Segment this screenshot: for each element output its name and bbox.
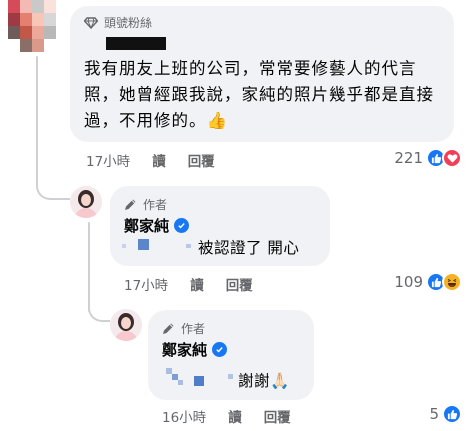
top-fan-badge: 頭號粉絲 xyxy=(84,14,152,31)
reply2-text: 謝謝🙏🏻 xyxy=(238,372,290,390)
commenter-avatar[interactable] xyxy=(8,0,56,52)
reply1-meta: 17小時 讀 回覆 xyxy=(124,274,275,294)
reply1-reaction-count: 109 xyxy=(394,273,423,291)
comment-reaction-count: 221 xyxy=(394,149,423,167)
comment-timestamp[interactable]: 17小時 xyxy=(86,150,130,170)
reply1-read-button[interactable]: 讀 xyxy=(190,274,204,294)
reply1-text: 被認證了 開心 xyxy=(198,239,300,257)
reply2-meta: 16小時 讀 回覆 xyxy=(162,406,313,426)
reply1-timestamp[interactable]: 17小時 xyxy=(124,274,168,294)
reply2-read-button[interactable]: 讀 xyxy=(228,406,242,426)
love-icon xyxy=(442,148,462,168)
reply1-reactions[interactable]: 109 xyxy=(394,272,462,292)
reply2-reaction-count: 5 xyxy=(429,405,439,423)
verified-icon xyxy=(174,218,190,233)
reply2-reply-button[interactable]: 回覆 xyxy=(264,406,291,426)
reply1-author-row[interactable]: 鄭家純 xyxy=(124,215,190,236)
reply2-timestamp[interactable]: 16小時 xyxy=(162,406,206,426)
verified-icon xyxy=(212,342,228,357)
tagged-user-mosaic-1[interactable] xyxy=(122,244,126,248)
reply2-author-name[interactable]: 鄭家純 xyxy=(162,339,207,360)
reply1-reply-button[interactable]: 回覆 xyxy=(226,274,253,294)
comment-read-button[interactable]: 讀 xyxy=(152,150,166,170)
top-fan-label: 頭號粉絲 xyxy=(104,16,153,30)
thread-connector-reply2 xyxy=(88,296,110,322)
comment-text: 我有朋友上班的公司，常常要修藝人的代言照，她曾經跟我說，家純的照片幾乎都是直接過… xyxy=(84,59,434,130)
thread-line-main xyxy=(36,56,38,188)
comment-meta: 17小時 讀 回覆 xyxy=(86,150,237,170)
author-avatar-reply2[interactable] xyxy=(110,309,142,341)
comment-bubble: 頭號粉絲 我有朋友上班的公司，常常要修藝人的代言照，她曾經跟我說，家純的照片幾乎… xyxy=(70,6,454,142)
reply1-author-badge: 作者 xyxy=(124,196,167,213)
author-avatar-reply1[interactable] xyxy=(70,186,102,218)
haha-icon xyxy=(442,272,462,292)
pencil-icon xyxy=(163,323,174,334)
thread-connector-reply1 xyxy=(36,170,70,200)
reply1-author-name[interactable]: 鄭家純 xyxy=(124,215,169,236)
like-icon xyxy=(442,404,462,424)
reply2-bubble: 作者 鄭家純 謝謝🙏🏻 xyxy=(148,310,314,400)
redacted-commenter-name[interactable] xyxy=(106,37,166,50)
reply2-reactions[interactable]: 5 xyxy=(429,404,462,424)
reply2-author-row[interactable]: 鄭家純 xyxy=(162,339,228,360)
reply2-author-label: 作者 xyxy=(181,322,206,336)
reply1-bubble: 作者 鄭家純 被認證了 開心 xyxy=(110,186,330,266)
reply1-author-label: 作者 xyxy=(143,198,168,212)
pencil-icon xyxy=(125,199,136,210)
comment-reply-button[interactable]: 回覆 xyxy=(188,150,215,170)
comment-reactions[interactable]: 221 xyxy=(394,148,462,168)
diamond-icon xyxy=(84,16,98,29)
reply2-author-badge: 作者 xyxy=(162,320,205,337)
